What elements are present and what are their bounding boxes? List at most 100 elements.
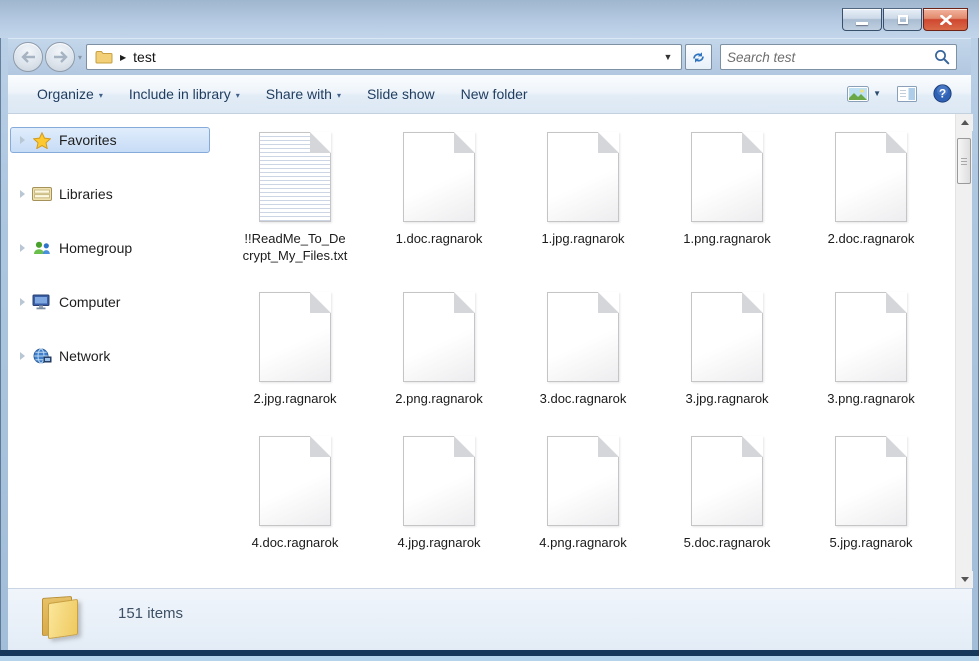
chevron-down-icon: ▾ [337, 91, 341, 100]
recent-pages-chevron-icon[interactable]: ▾ [78, 53, 82, 62]
scroll-up-icon [961, 120, 969, 125]
folder-icon [36, 595, 88, 641]
chevron-down-icon: ▾ [99, 91, 103, 100]
file-item-1-jpg-ragnarok[interactable]: 1.jpg.ragnarok [511, 132, 655, 264]
forward-arrow-icon [53, 51, 68, 63]
file-item-1-png-ragnarok[interactable]: 1.png.ragnarok [655, 132, 799, 264]
expander-icon[interactable] [20, 352, 25, 360]
expander-icon[interactable] [20, 298, 25, 306]
expander-icon[interactable] [20, 136, 25, 144]
blank-file-icon [835, 292, 907, 382]
toolbar-button-share-with[interactable]: Share with ▾ [253, 80, 354, 108]
breadcrumb-folder[interactable]: test [133, 49, 156, 65]
preview-pane-icon [897, 86, 917, 102]
close-button[interactable] [923, 8, 968, 31]
item-count: 151 items [118, 605, 183, 622]
blank-file-icon [547, 132, 619, 222]
sidebar-item-computer[interactable]: Computer [10, 289, 210, 315]
blank-file-icon [691, 436, 763, 526]
file-item-1-doc-ragnarok[interactable]: 1.doc.ragnarok [367, 132, 511, 264]
window-controls [841, 8, 968, 31]
scroll-up-button[interactable] [956, 114, 973, 131]
sidebar-item-network[interactable]: Network [10, 343, 210, 369]
blank-file-icon [547, 292, 619, 382]
blank-file-icon [259, 436, 331, 526]
blank-file-icon [835, 436, 907, 526]
file-item-3-doc-ragnarok[interactable]: 3.doc.ragnarok [511, 292, 655, 408]
preview-pane-button[interactable] [894, 83, 920, 105]
blank-file-icon [403, 132, 475, 222]
address-bar[interactable]: ▶ test ▼ [86, 44, 682, 70]
blank-file-icon [259, 292, 331, 382]
main-area: Favorites Libraries Homegroup Computer [8, 114, 972, 588]
title-bar[interactable] [0, 0, 979, 38]
favorites-star-icon [32, 131, 52, 149]
help-button[interactable]: ? [930, 81, 955, 106]
status-bar: 151 items [8, 588, 972, 650]
views-dropdown-icon[interactable]: ▼ [873, 89, 881, 98]
homegroup-icon [32, 239, 52, 257]
back-arrow-icon [21, 51, 36, 63]
file-item-2-png-ragnarok[interactable]: 2.png.ragnarok [367, 292, 511, 408]
toolbar-button-organize[interactable]: Organize ▾ [24, 80, 116, 108]
file-item-2-doc-ragnarok[interactable]: 2.doc.ragnarok [799, 132, 943, 264]
search-box[interactable] [720, 44, 957, 70]
scroll-down-button[interactable] [956, 571, 973, 588]
blank-file-icon [403, 436, 475, 526]
breadcrumb[interactable]: ▶ test [91, 49, 160, 65]
expander-icon[interactable] [20, 190, 25, 198]
svg-text:?: ? [939, 87, 946, 101]
sidebar-item-favorites[interactable]: Favorites [10, 127, 210, 153]
search-icon[interactable] [934, 49, 950, 65]
views-icon [847, 86, 869, 102]
navigation-pane: Favorites Libraries Homegroup Computer [8, 114, 215, 588]
navigation-bar: ▾ ▶ test ▼ [8, 38, 971, 75]
file-item-5-doc-ragnarok[interactable]: 5.doc.ragnarok [655, 436, 799, 552]
file-item-2-jpg-ragnarok[interactable]: 2.jpg.ragnarok [223, 292, 367, 408]
toolbar-button-new-folder[interactable]: New folder [448, 80, 541, 108]
file-item-3-jpg-ragnarok[interactable]: 3.jpg.ragnarok [655, 292, 799, 408]
toolbar-right-icons: ▼ ? [844, 81, 955, 106]
window-bottom-border [0, 656, 979, 661]
blank-file-icon [691, 292, 763, 382]
vertical-scrollbar[interactable] [955, 114, 972, 588]
file-item-4-doc-ragnarok[interactable]: 4.doc.ragnarok [223, 436, 367, 552]
blank-file-icon [403, 292, 475, 382]
file-item-4-png-ragnarok[interactable]: 4.png.ragnarok [511, 436, 655, 552]
toolbar-button-include-in-library[interactable]: Include in library ▾ [116, 80, 253, 108]
scroll-down-icon [961, 577, 969, 582]
search-input[interactable] [727, 50, 934, 65]
file-item-4-jpg-ragnarok[interactable]: 4.jpg.ragnarok [367, 436, 511, 552]
chevron-down-icon: ▾ [236, 91, 240, 100]
refresh-icon [691, 50, 706, 65]
minimize-button[interactable] [842, 8, 882, 31]
refresh-button[interactable] [685, 44, 712, 70]
libraries-icon [32, 185, 52, 203]
network-icon [32, 347, 52, 365]
toolbar-button-slide-show[interactable]: Slide show [354, 80, 448, 108]
explorer-window: ▾ ▶ test ▼ [0, 0, 979, 661]
file-list: !!ReadMe_To_Decrypt_My_Files.txt 1.doc.r… [215, 114, 955, 588]
computer-icon [32, 293, 52, 311]
scrollbar-thumb[interactable] [957, 138, 971, 184]
maximize-button[interactable] [883, 8, 922, 31]
maximize-icon [898, 15, 908, 24]
blank-file-icon [691, 132, 763, 222]
expander-icon[interactable] [20, 244, 25, 252]
minimize-icon [856, 22, 868, 25]
close-icon [940, 15, 952, 25]
views-button[interactable]: ▼ [844, 83, 884, 105]
back-button[interactable] [13, 42, 43, 72]
address-dropdown-icon[interactable]: ▼ [659, 52, 677, 62]
file-item-3-png-ragnarok[interactable]: 3.png.ragnarok [799, 292, 943, 408]
command-toolbar: Organize ▾ Include in library ▾ Share wi… [8, 75, 971, 114]
sidebar-item-homegroup[interactable]: Homegroup [10, 235, 210, 261]
text-file-icon [259, 132, 331, 222]
blank-file-icon [835, 132, 907, 222]
file-item-5-jpg-ragnarok[interactable]: 5.jpg.ragnarok [799, 436, 943, 552]
sidebar-item-libraries[interactable]: Libraries [10, 181, 210, 207]
blank-file-icon [547, 436, 619, 526]
folder-icon [95, 50, 113, 64]
file-item-readme-to-decrypt-my-files-txt[interactable]: !!ReadMe_To_Decrypt_My_Files.txt [223, 132, 367, 264]
forward-button[interactable] [45, 42, 75, 72]
